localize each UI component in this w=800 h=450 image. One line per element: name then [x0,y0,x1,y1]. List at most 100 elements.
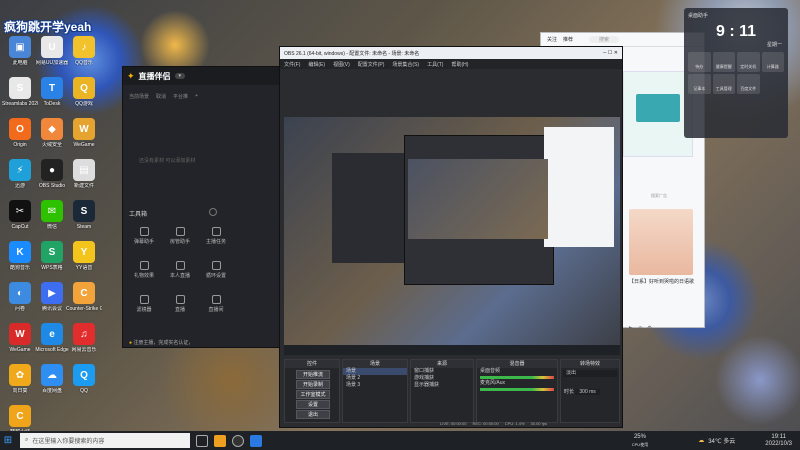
obs-window[interactable]: OBS 26.1 (64-bit, windows) - 配置文件: 未命名 -… [279,46,623,428]
source-item[interactable]: 显示器捕获 [411,382,473,389]
desktop-icon[interactable]: ♪ QQ音乐 [66,36,102,78]
assistant-status-pill[interactable]: ▾ [174,73,186,79]
obs-control-button[interactable]: 开始推流 [296,370,330,379]
desktop-icon[interactable]: ● OBS Studio [34,159,70,201]
source-item[interactable]: 窗口捕获 [411,368,473,375]
desktop-icon[interactable]: ▶ 腾讯会议 [34,282,70,324]
transition-select[interactable]: 淡出 [563,370,617,377]
widget-app[interactable]: 待办 [688,52,711,72]
desktop-icon[interactable]: W WeGame [66,118,102,160]
desktop-icon[interactable]: Q QQ [66,364,102,406]
desktop-icon[interactable]: ◐ 问卷 [2,282,38,324]
desktop-icon-glyph: K [9,241,31,263]
mixer-meter[interactable] [480,388,554,391]
widget-app[interactable]: 工具管理 [712,74,735,94]
desktop-icon-glyph: C [73,282,95,304]
toolbox-collapse-icon[interactable] [209,208,217,216]
minimize-icon[interactable]: ─ [603,50,607,56]
desktop-assistant-widget[interactable]: 桌面助手 9 : 11 星期一 待办 健康提醒 定时关机 计算器 记事本 工具管理 百度文件 [684,8,788,138]
obs-control-button[interactable]: 工作室模式 [296,390,330,399]
desktop-icon[interactable]: ✿ 向日葵 [2,364,38,406]
obs-menu-item[interactable]: 编辑(E) [308,61,325,68]
obs-menu-item[interactable]: 工具(T) [427,61,443,68]
toolbox-item[interactable]: 滤镜器 [127,295,161,313]
desktop-icon[interactable]: e Microsoft Edge [34,323,70,365]
obs-menu-item[interactable]: 帮助(H) [451,61,468,68]
desktop-icon[interactable]: U 网易UU加速器 [34,36,70,78]
gear-icon[interactable]: ⚙ [647,325,652,332]
weather-text[interactable]: 34℃ 多云 [708,436,735,445]
obs-menu-item[interactable]: 视图(V) [333,61,350,68]
desktop-icon-glyph: ✉ [41,200,63,222]
obs-taskbar-icon[interactable] [232,434,244,447]
obs-control-button[interactable]: 退出 [296,410,330,419]
desktop-icon[interactable]: ⚡ 迅游 [2,159,38,201]
source-item[interactable]: 游戏捕获 [411,375,473,382]
desktop-icon[interactable]: Q QQ游戏 [66,77,102,119]
widget-app[interactable]: 定时关机 [737,52,760,72]
desktop-icon[interactable]: W WeGame [2,323,38,365]
browser-tab[interactable]: 关注 [547,36,557,43]
widget-app[interactable]: 百度文件 [737,74,760,94]
obs-control-button[interactable]: 开始录制 [296,380,330,389]
scene-item[interactable]: 场景 [343,368,407,375]
task-view-icon[interactable] [196,434,208,447]
live-assistant-window[interactable]: ✦ 直播伴侣 ▾ 当前场景 取消 平台推 + 还没有素材 可以添加素材 工具箱 … [122,66,284,348]
close-icon[interactable]: ✕ [614,50,618,56]
desktop-icon[interactable]: O Origin [2,118,38,160]
toolbox-item[interactable]: 礼物效果 [127,261,161,279]
desktop-icon[interactable]: K 酷狗音乐 [2,241,38,283]
mixer-meter[interactable] [480,376,554,379]
ad-image[interactable] [629,209,693,275]
desktop-icon[interactable]: ☁ 百度网盘 [34,364,70,406]
ad-title[interactable]: 【日系】好听到哭啦的日语歌 [629,279,695,286]
desktop-icon[interactable]: ▣ 此电脑 [2,36,38,78]
assistant-tab[interactable]: + [195,93,198,100]
desktop-icon[interactable]: S Streamlabs 2020 [2,77,38,119]
desktop-icon[interactable]: S WPS表格 [34,241,70,283]
widget-title: 桌面助手 [688,13,709,19]
desktop-icon[interactable]: C Counter-Strike Global [66,282,102,324]
obs-menu-item[interactable]: 场景集合(S) [392,61,419,68]
browser-tab[interactable]: 推荐 [563,36,573,43]
desktop-icon[interactable]: ✉ 微信 [34,200,70,242]
obs-control-button[interactable]: 设置 [296,400,330,409]
ad-label: 搜索广告 [651,193,667,198]
toolbox-item[interactable]: 房管助手 [163,227,197,245]
toolbox-item[interactable]: 直播间 [199,295,233,313]
video-icon[interactable]: ▶ [629,325,634,332]
assistant-tab[interactable]: 平台推 [173,93,188,100]
toolbox-item[interactable]: 循环设置 [199,261,233,279]
widget-app[interactable]: 记事本 [688,74,711,94]
browser-search-input[interactable]: 搜索 [589,36,620,43]
duration-value[interactable]: 300 ms [575,389,600,395]
toolbox-item[interactable]: 直播 [163,295,197,313]
desktop-icon[interactable]: T ToDesk [34,77,70,119]
assistant-tab[interactable]: 取消 [156,93,166,100]
toolbox-item[interactable]: 弹幕助手 [127,227,161,245]
scene-item[interactable]: 场景 3 [343,382,407,389]
widget-app[interactable]: 计算器 [761,52,784,72]
live-assistant-taskbar-icon[interactable] [214,434,226,447]
assistant-title: 直播伴侣 [138,71,171,81]
desktop-icon[interactable]: S Steam [66,200,102,242]
tray-clock[interactable]: 19:11 2022/10/3 [765,434,792,448]
comment-icon[interactable]: ◎ [638,325,643,332]
widget-app[interactable]: 健康提醒 [712,52,735,72]
desktop-icon[interactable]: ✂ CapCut [2,200,38,242]
start-button[interactable]: ⊞ [0,433,16,449]
browser-taskbar-icon[interactable] [250,434,262,447]
toolbox-item[interactable]: 主播任务 [199,227,233,245]
taskbar-search[interactable]: ⌕ 在这里输入你要搜索的内容 [20,433,190,448]
obs-menu-item[interactable]: 配置文件(P) [358,61,385,68]
desktop-icon[interactable]: ♫ 网易云音乐 [66,323,102,365]
desktop-icon[interactable]: Y YY语音 [66,241,102,283]
assistant-tab[interactable]: 当前场景 [129,93,149,100]
obs-preview[interactable] [284,117,620,355]
maximize-icon[interactable]: ☐ [608,50,612,56]
toolbox-item[interactable]: 本人直播 [163,261,197,279]
desktop-icon[interactable]: ▤ 新建文件 [66,159,102,201]
obs-menu-item[interactable]: 文件(F) [284,61,300,68]
desktop-icon[interactable]: ◆ 火绒安全 [34,118,70,160]
scene-item[interactable]: 场景 2 [343,375,407,382]
